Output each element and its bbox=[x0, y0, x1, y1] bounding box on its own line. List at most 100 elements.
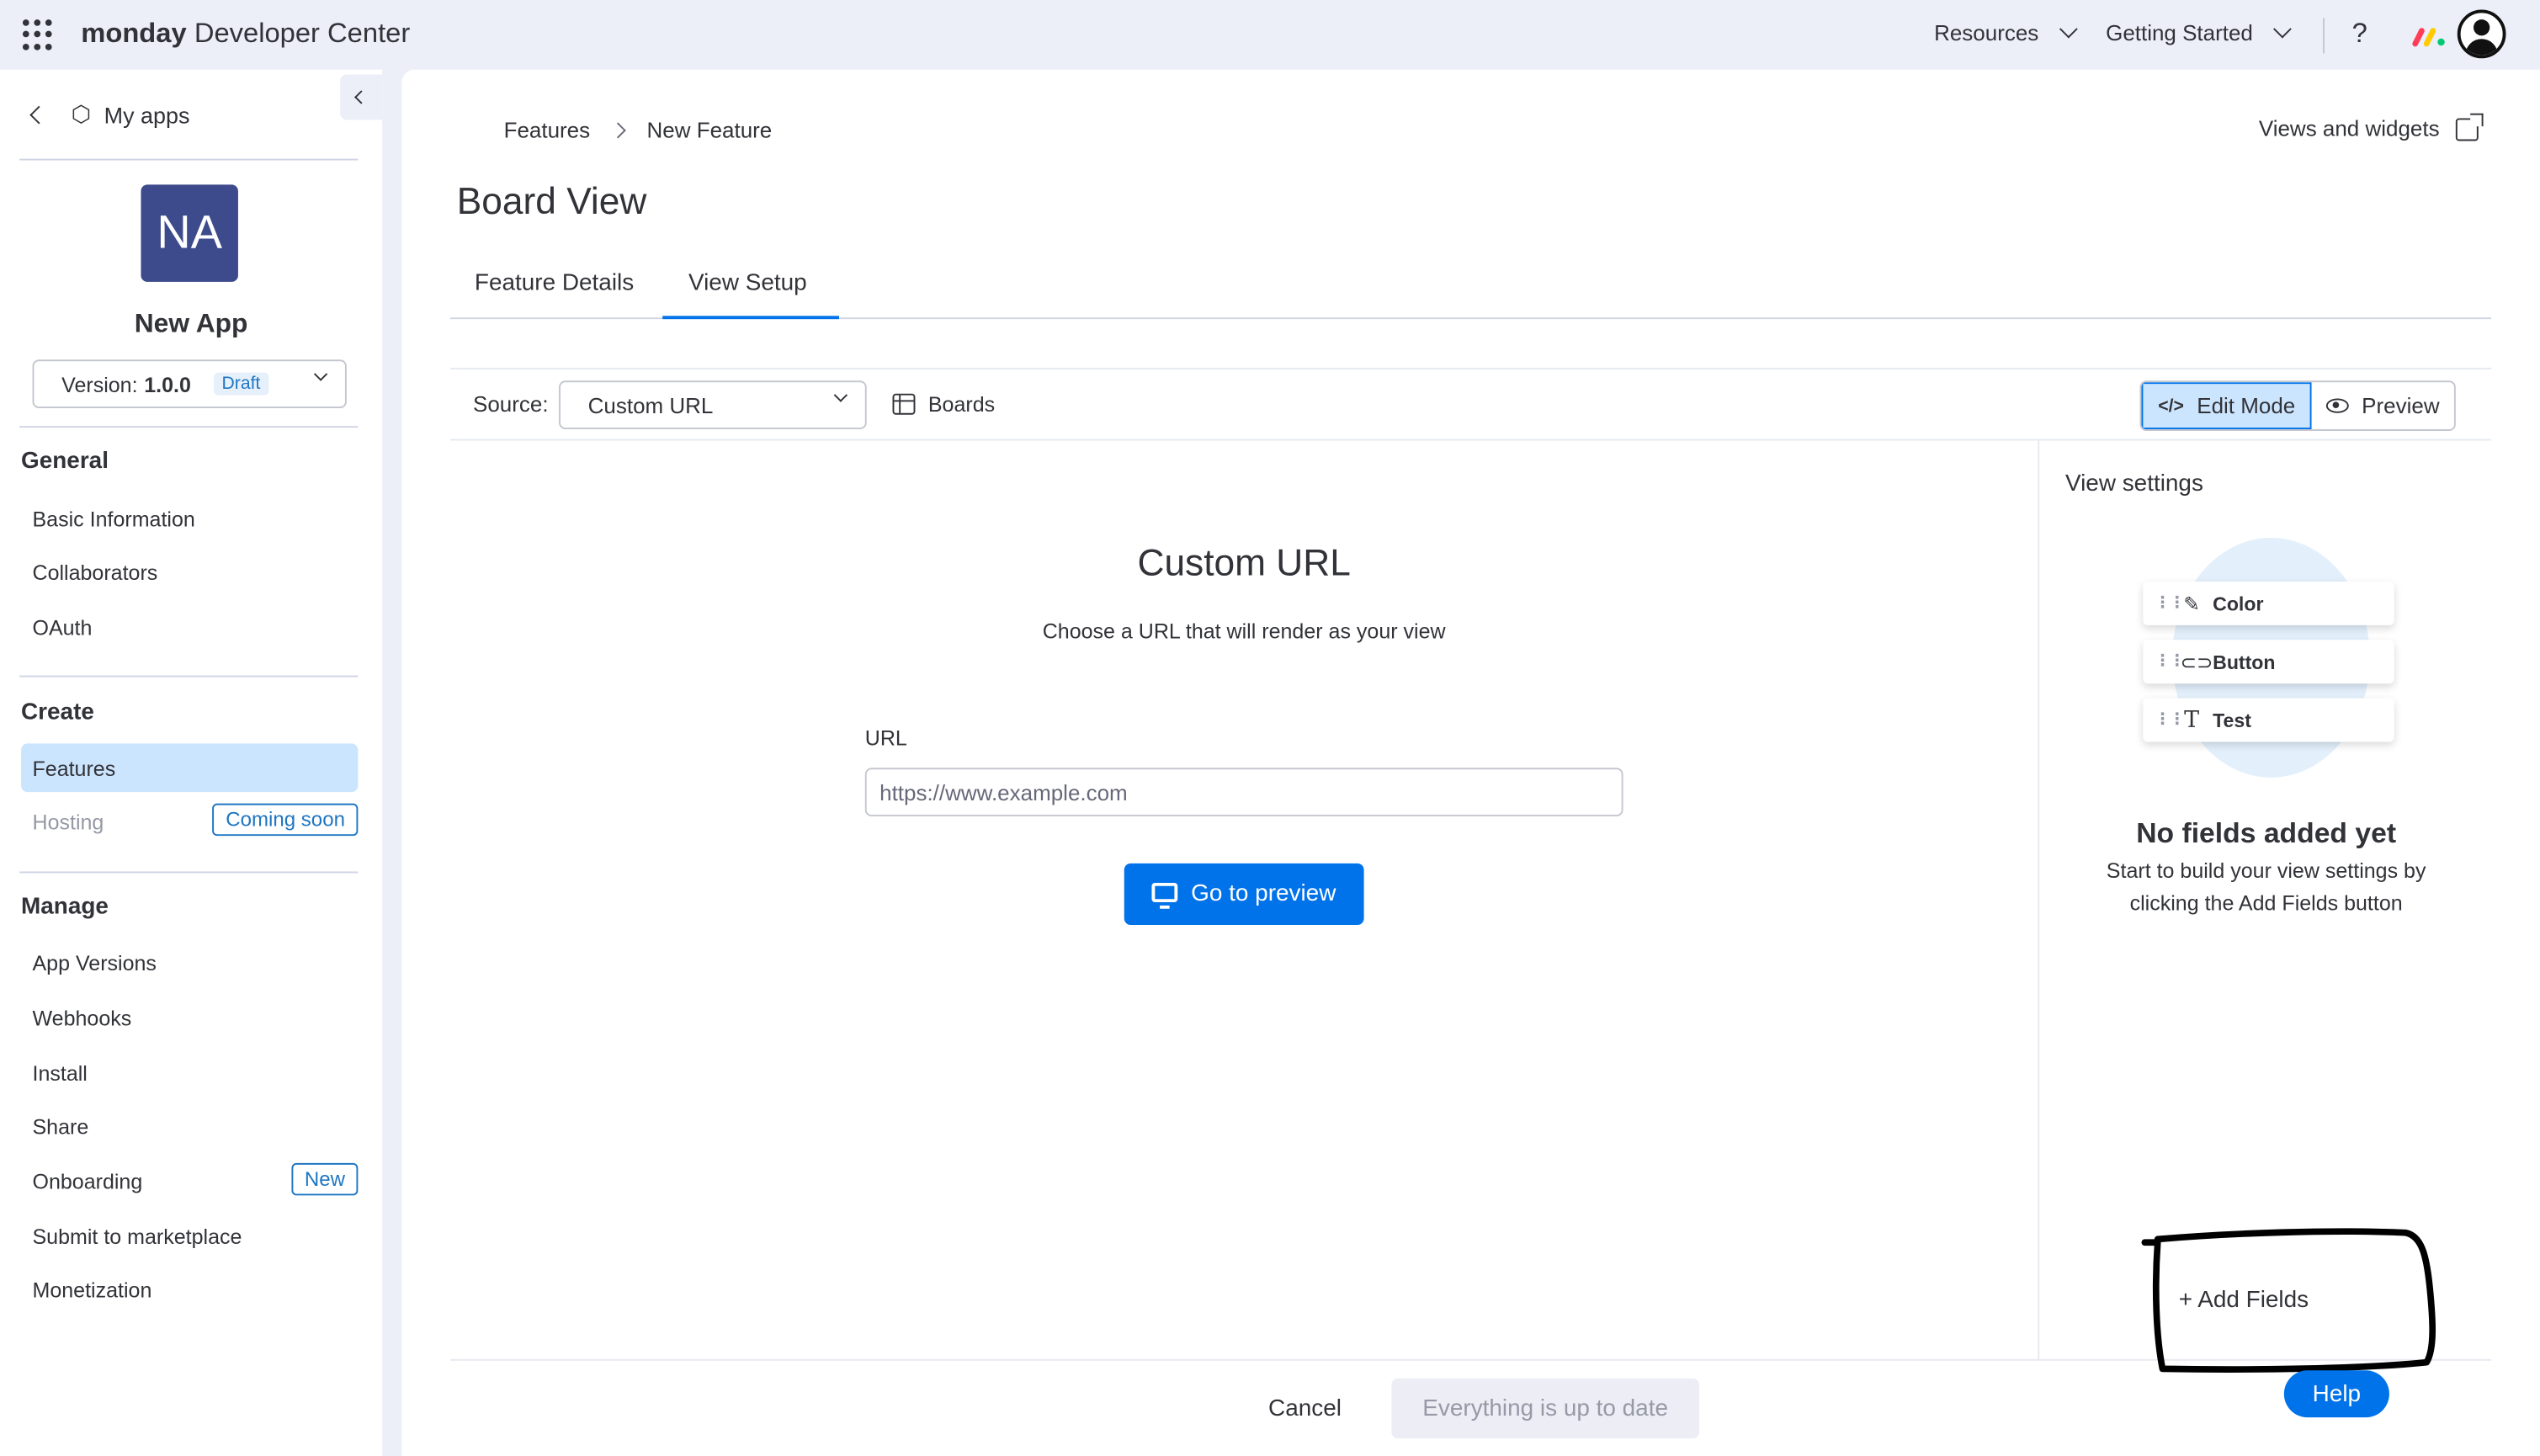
sidebar-item-features[interactable]: Features bbox=[21, 743, 359, 793]
edit-mode-button[interactable]: </> Edit Mode bbox=[2141, 382, 2312, 430]
brand-logo[interactable]: monday Developer Center bbox=[81, 18, 410, 50]
eyedropper-icon: ✎ bbox=[2183, 592, 2200, 615]
table-icon bbox=[892, 393, 916, 415]
sample-field-color: ⋮⋮ ✎ Color bbox=[2143, 581, 2394, 625]
help-icon[interactable]: ? bbox=[2352, 18, 2367, 50]
collapse-sidebar-button[interactable] bbox=[340, 74, 383, 120]
brand-bold: monday bbox=[81, 18, 187, 49]
external-link-icon bbox=[2455, 112, 2484, 141]
source-label: Source: bbox=[473, 391, 549, 417]
text-icon: T bbox=[2184, 707, 2200, 733]
monday-logo-icon[interactable] bbox=[2410, 19, 2449, 51]
breadcrumb: Features New Feature bbox=[504, 119, 773, 143]
back-to-my-apps[interactable]: ⬡ My apps bbox=[29, 100, 190, 128]
edit-mode-label: Edit Mode bbox=[2197, 393, 2296, 418]
new-badge: New bbox=[291, 1162, 359, 1196]
getting-started-label: Getting Started bbox=[2106, 21, 2253, 45]
eye-icon bbox=[2325, 398, 2349, 413]
source-value: Custom URL bbox=[587, 392, 714, 417]
tab-bar: Feature Details View Setup bbox=[450, 254, 2492, 320]
page-title: Board View bbox=[456, 179, 647, 222]
divider bbox=[19, 675, 359, 678]
app-logo: NA bbox=[141, 184, 238, 282]
sample-field-label: Test bbox=[2213, 709, 2251, 732]
sidebar-item-oauth[interactable]: OAuth bbox=[21, 603, 358, 651]
sidebar-item-install[interactable]: Install bbox=[21, 1048, 358, 1097]
getting-started-menu[interactable]: Getting Started bbox=[2106, 19, 2292, 45]
breadcrumb-features[interactable]: Features bbox=[504, 119, 591, 143]
sidebar-item-webhooks[interactable]: Webhooks bbox=[21, 993, 358, 1042]
sidebar-item-collaborators[interactable]: Collaborators bbox=[21, 548, 358, 597]
cancel-button[interactable]: Cancel bbox=[1268, 1396, 1342, 1422]
sample-field-label: Color bbox=[2213, 592, 2264, 615]
resources-menu[interactable]: Resources bbox=[1934, 19, 2077, 45]
custom-url-subtitle: Choose a URL that will render as your vi… bbox=[1042, 619, 1446, 644]
empty-state-illustration: ⋮⋮ ✎ Color ⋮⋮ ⊂⊃ Button ⋮⋮ T Test bbox=[2143, 538, 2402, 797]
view-settings-title: View settings bbox=[2064, 471, 2203, 497]
sidebar-item-hosting: Hosting Coming soon bbox=[21, 797, 359, 846]
status-badge: Draft bbox=[213, 372, 269, 396]
divider bbox=[19, 158, 359, 161]
sidebar-item-monetization[interactable]: Monetization bbox=[21, 1265, 358, 1314]
custom-url-pane: Custom URL Choose a URL that will render… bbox=[450, 441, 2038, 1359]
section-title-manage: Manage bbox=[21, 894, 109, 921]
monitor-icon bbox=[1151, 881, 1178, 908]
apps-icon: ⬡ bbox=[71, 100, 92, 127]
view-toolbar: Source: Custom URL Boards </> Edit Mode … bbox=[450, 367, 2492, 441]
sidebar: ⬡ My apps NA New App Version: 1.0.0 Draf… bbox=[0, 69, 383, 1456]
mode-toggle: </> Edit Mode Preview bbox=[2140, 380, 2456, 431]
preview-button[interactable]: Preview bbox=[2312, 382, 2454, 429]
help-button[interactable]: Help bbox=[2283, 1370, 2389, 1418]
sidebar-item-label: Hosting bbox=[32, 809, 104, 834]
empty-state-text: Start to build your view settings by cli… bbox=[2106, 858, 2426, 916]
sidebar-item-label: Onboarding bbox=[32, 1168, 143, 1193]
sample-field-button: ⋮⋮ ⊂⊃ Button bbox=[2143, 640, 2394, 684]
tab-view-setup[interactable]: View Setup bbox=[662, 270, 839, 320]
app-switcher-icon[interactable] bbox=[22, 19, 54, 50]
preview-label: Preview bbox=[2362, 393, 2440, 418]
chevron-down-icon bbox=[2272, 19, 2292, 39]
chevron-down-icon bbox=[313, 367, 328, 381]
go-to-preview-button[interactable]: Go to preview bbox=[1124, 863, 1364, 926]
resources-label: Resources bbox=[1934, 21, 2039, 45]
hand-drawn-highlight bbox=[2141, 1228, 2436, 1373]
custom-url-title: Custom URL bbox=[1137, 540, 1351, 583]
divider bbox=[2323, 18, 2325, 54]
breadcrumb-new-feature: New Feature bbox=[646, 118, 773, 143]
source-select[interactable]: Custom URL bbox=[559, 380, 867, 430]
boards-button[interactable]: Boards bbox=[892, 391, 996, 417]
sidebar-item-basic-information[interactable]: Basic Information bbox=[21, 494, 358, 543]
coming-soon-badge: Coming soon bbox=[212, 803, 359, 837]
version-label: Version: bbox=[61, 371, 138, 396]
link-icon: ⊂⊃ bbox=[2180, 650, 2213, 673]
chevron-left-icon bbox=[29, 104, 49, 124]
sidebar-item-label: Features bbox=[32, 755, 116, 780]
boards-label: Boards bbox=[927, 391, 996, 417]
app-name: New App bbox=[134, 309, 248, 339]
section-title-general: General bbox=[21, 449, 109, 475]
view-settings-pane: View settings ⋮⋮ ✎ Color ⋮⋮ ⊂⊃ Button ⋮⋮… bbox=[2038, 440, 2491, 1359]
section-title-create: Create bbox=[21, 699, 94, 726]
divider bbox=[19, 426, 359, 428]
save-status-button: Everything is up to date bbox=[1391, 1378, 1700, 1439]
avatar[interactable] bbox=[2457, 9, 2506, 59]
sidebar-item-onboarding[interactable]: Onboarding New bbox=[21, 1156, 359, 1205]
version-number: 1.0.0 bbox=[144, 371, 191, 396]
chevron-left-icon bbox=[354, 90, 369, 104]
sidebar-item-share[interactable]: Share bbox=[21, 1102, 358, 1150]
sidebar-item-app-versions[interactable]: App Versions bbox=[21, 938, 358, 986]
url-input[interactable] bbox=[864, 768, 1623, 817]
top-bar: monday Developer Center Resources Gettin… bbox=[0, 0, 2540, 70]
chevron-down-icon bbox=[833, 388, 848, 402]
sidebar-item-submit-to-marketplace[interactable]: Submit to marketplace bbox=[21, 1212, 358, 1261]
drag-handle-icon: ⋮⋮ bbox=[2154, 651, 2186, 670]
my-apps-label: My apps bbox=[104, 101, 190, 128]
views-link-label: Views and widgets bbox=[2258, 116, 2440, 141]
views-and-widgets-link[interactable]: Views and widgets bbox=[2258, 112, 2484, 141]
empty-state-title: No fields added yet bbox=[2136, 816, 2397, 849]
version-select[interactable]: Version: 1.0.0 Draft bbox=[32, 359, 347, 409]
tab-feature-details[interactable]: Feature Details bbox=[475, 270, 634, 319]
code-icon: </> bbox=[2158, 396, 2184, 416]
chevron-right-icon bbox=[610, 122, 627, 139]
drag-handle-icon: ⋮⋮ bbox=[2154, 709, 2186, 729]
